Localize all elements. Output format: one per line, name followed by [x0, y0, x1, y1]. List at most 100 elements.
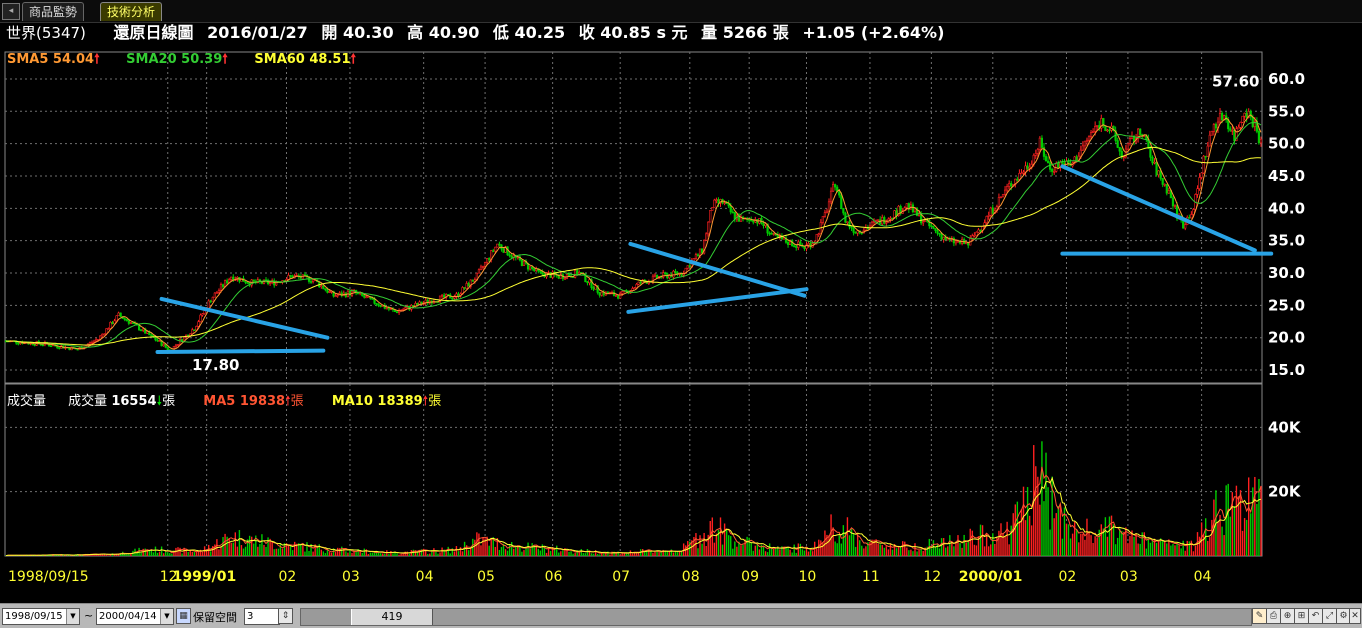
candle-body	[309, 281, 313, 283]
x-tick-label: 07	[612, 569, 630, 585]
technical-chart[interactable]: 15.0 20.0 25.0 30.0 35.0 40.0 45.0 50.0 55.0 60.0…	[0, 44, 1362, 603]
ma5-legend: MA5 19838	[203, 394, 286, 409]
candle-body	[49, 345, 53, 348]
candle-body	[92, 340, 96, 343]
candle-body	[312, 279, 315, 282]
candle-body	[803, 246, 806, 249]
candle-body	[705, 233, 708, 241]
candle-body	[877, 219, 880, 221]
spinner-icon[interactable]: ⇕	[278, 608, 293, 624]
back-arrow-icon[interactable]: ◂	[2, 3, 20, 20]
candle-body	[508, 254, 511, 257]
candle-body	[832, 184, 835, 192]
sma60-legend: SMA60 48.51	[254, 52, 351, 67]
chart-mode: 還原日線圖	[113, 23, 194, 42]
candle-body	[1245, 112, 1248, 118]
calendar-icon[interactable]: ▦	[176, 608, 191, 624]
candle-body	[326, 289, 329, 293]
candle-body	[197, 321, 200, 327]
candle-body	[979, 229, 982, 232]
x-tick-label: 03	[1120, 569, 1138, 585]
candle-body	[471, 279, 474, 282]
up-arrow-icon: 🠕	[94, 52, 100, 67]
undo-icon[interactable]: ↶	[1308, 608, 1323, 624]
candle-body	[1116, 140, 1119, 148]
chevron-down-icon[interactable]: ▼	[160, 609, 173, 624]
candle-body	[688, 265, 691, 268]
close-icon[interactable]: ✕	[1349, 608, 1361, 624]
candle-body	[492, 250, 495, 252]
candle-body	[768, 232, 771, 235]
candle-body	[1034, 153, 1037, 156]
quote-header: 世界(5347) 還原日線圖 2016/01/27 開 40.30 高 40.9…	[0, 22, 1362, 44]
candle-body	[717, 199, 720, 204]
candle-body	[357, 292, 360, 295]
volume-panel-title: 成交量	[7, 394, 47, 409]
candle-body	[954, 240, 958, 244]
high-price-annotation: 57.60	[1212, 72, 1259, 90]
candle-body	[1173, 205, 1177, 207]
candle-body	[752, 220, 755, 223]
candle-body	[621, 291, 624, 294]
candle-body	[129, 322, 133, 324]
candle-body	[162, 343, 165, 347]
candle-body	[395, 311, 399, 314]
candle-body	[1016, 178, 1019, 181]
x-tick-label: 10	[798, 569, 816, 585]
candle-body	[334, 295, 337, 298]
end-date-select[interactable]: 2000/04/14 ▼	[96, 608, 174, 625]
chevron-down-icon[interactable]: ▼	[66, 609, 79, 624]
candle-body	[1046, 160, 1050, 164]
price-legend: SMA5 54.04🠕 SMA20 50.39🠕 SMA60 48.51🠕	[7, 50, 378, 72]
candle-body	[176, 344, 180, 346]
time-scrollbar[interactable]: 419	[300, 608, 1252, 626]
high-price: 高 40.90	[407, 23, 480, 42]
candle-body	[1214, 124, 1218, 129]
volume-tick-label: 20K	[1268, 483, 1302, 501]
candle-body	[1184, 224, 1187, 229]
tab-product-monitor[interactable]: 商品監勢	[22, 2, 85, 21]
candle-body	[905, 203, 908, 208]
keep-space-input[interactable]: 3	[244, 608, 280, 625]
candle-body	[1083, 140, 1087, 147]
candle-body	[1061, 161, 1064, 164]
draw-icon[interactable]: ✎	[1252, 608, 1267, 624]
candle-body	[664, 272, 667, 275]
trend-line	[159, 296, 330, 340]
candle-body	[1094, 125, 1097, 132]
candle-body	[191, 329, 194, 335]
candle-body	[529, 266, 532, 270]
candle-body	[440, 294, 444, 297]
candle-body	[117, 312, 120, 317]
candle-body	[385, 307, 388, 310]
price-tick-label: 35.0	[1268, 232, 1305, 250]
candle-body	[209, 300, 212, 303]
candle-body	[178, 339, 182, 345]
candle-body	[1151, 156, 1154, 164]
start-date-select[interactable]: 1998/09/15 ▼	[2, 608, 80, 625]
candle-body	[885, 222, 888, 224]
candle-body	[1233, 130, 1236, 142]
price-tick-label: 40.0	[1268, 199, 1305, 217]
zoom-icon[interactable]: ⊕	[1280, 608, 1295, 624]
candle-body	[883, 217, 886, 224]
candle-body	[213, 292, 216, 298]
candle-body	[1051, 169, 1054, 172]
candle-body	[158, 340, 161, 342]
fit-icon[interactable]: ⊞	[1294, 608, 1309, 624]
candle-body	[363, 295, 366, 298]
expand-icon[interactable]: ⤢	[1322, 608, 1337, 624]
tab-technical-analysis[interactable]: 技術分析	[100, 2, 163, 21]
x-tick-label: 09	[741, 569, 759, 585]
candle-body	[166, 347, 169, 351]
print-icon[interactable]: ⎙	[1266, 608, 1281, 624]
candle-body	[119, 312, 122, 317]
candle-body	[809, 243, 812, 248]
candle-body	[479, 266, 483, 271]
scrollbar-thumb[interactable]: 419	[351, 609, 433, 625]
candle-body	[698, 248, 702, 256]
x-tick-label: 1998/09/15	[8, 569, 89, 585]
candle-body	[539, 270, 542, 273]
keep-space-value: 3	[247, 611, 254, 622]
candle-body	[1126, 143, 1130, 150]
